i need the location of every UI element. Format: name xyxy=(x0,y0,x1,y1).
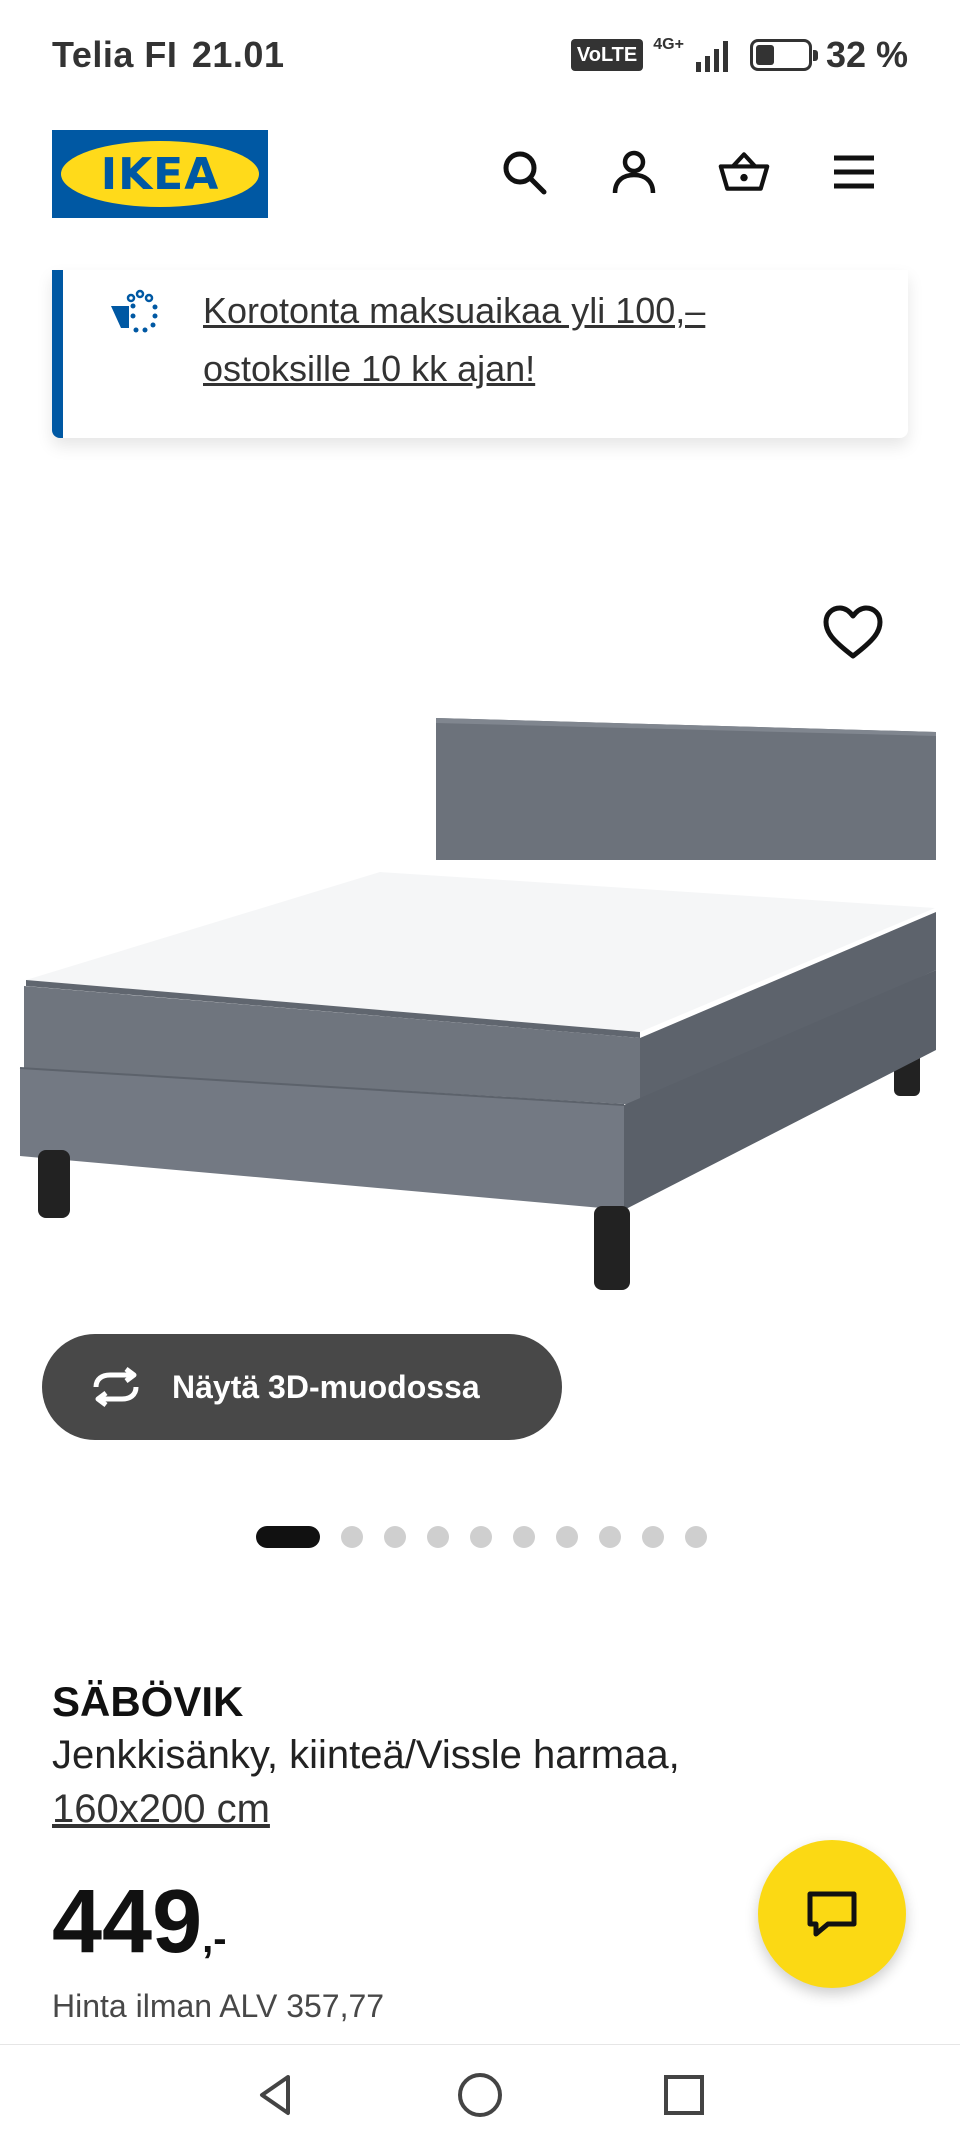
product-image[interactable] xyxy=(0,560,960,1320)
menu-icon xyxy=(834,155,874,189)
site-header: IKEA xyxy=(0,112,960,270)
gallery-dot[interactable] xyxy=(685,1526,707,1548)
basket-icon xyxy=(718,152,770,191)
network-type: 4G+ xyxy=(653,36,684,53)
promo-banner[interactable]: Korotonta maksuaikaa yli 100,– ostoksill… xyxy=(52,270,908,438)
menu-button[interactable] xyxy=(828,146,880,198)
price-without-vat: Hinta ilman ALV 357,77 xyxy=(52,1988,385,2024)
recents-square-icon xyxy=(664,2075,704,2115)
product-description: Jenkkisänky, kiinteä/Vissle harmaa, 160x… xyxy=(52,1728,812,1836)
logo-oval: IKEA xyxy=(61,141,259,207)
status-bar: Telia FI 21.01 VoLTE 4G+ 32 % xyxy=(0,0,960,112)
search-icon xyxy=(503,151,547,195)
nav-home-button[interactable] xyxy=(454,2069,506,2121)
product-type: Jenkkisänky, kiinteä/Vissle harmaa, xyxy=(52,1733,680,1777)
basket-button[interactable] xyxy=(718,146,770,198)
search-button[interactable] xyxy=(498,146,550,198)
gallery-dot[interactable] xyxy=(599,1526,621,1548)
gallery-dot[interactable] xyxy=(556,1526,578,1548)
status-time: 21.01 xyxy=(191,34,285,75)
system-nav-bar xyxy=(0,2044,960,2144)
header-actions xyxy=(498,146,880,198)
nav-recents-button[interactable] xyxy=(658,2069,710,2121)
product-size-link[interactable]: 160x200 cm xyxy=(52,1787,270,1831)
home-circle-icon xyxy=(458,2073,502,2117)
rotate-3d-icon xyxy=(93,1367,139,1407)
product-price: 449,- xyxy=(52,1872,227,1989)
ikea-logo[interactable]: IKEA xyxy=(52,130,268,218)
gallery-dot[interactable] xyxy=(513,1526,535,1548)
account-button[interactable] xyxy=(608,146,660,198)
status-right: VoLTE 4G+ 32 % xyxy=(570,34,908,76)
battery-icon xyxy=(749,39,818,71)
status-left: Telia FI 21.01 xyxy=(52,34,284,76)
gallery-dot[interactable] xyxy=(384,1526,406,1548)
account-icon xyxy=(612,150,656,194)
carrier-name: Telia FI xyxy=(52,34,178,75)
product-name: SÄBÖVIK xyxy=(52,1678,244,1725)
signal-icon xyxy=(695,41,728,72)
gallery-dot[interactable] xyxy=(256,1526,320,1548)
view-3d-button[interactable]: Näytä 3D-muodossa xyxy=(42,1334,562,1440)
back-icon xyxy=(260,2075,290,2115)
volte-badge: VoLTE xyxy=(570,39,644,71)
logo-text: IKEA xyxy=(100,148,220,200)
price-value: 449 xyxy=(52,1872,203,1972)
heart-icon xyxy=(823,605,883,659)
gallery-pagination xyxy=(256,1526,707,1548)
gallery-dot[interactable] xyxy=(427,1526,449,1548)
gallery-dot[interactable] xyxy=(341,1526,363,1548)
piggy-bank-icon xyxy=(111,289,158,333)
chat-icon xyxy=(807,1891,857,1937)
nav-back-button[interactable] xyxy=(250,2069,302,2121)
promo-link[interactable]: Korotonta maksuaikaa yli 100,– ostoksill… xyxy=(203,282,803,398)
price-suffix: ,- xyxy=(202,1917,227,1961)
gallery-dot[interactable] xyxy=(642,1526,664,1548)
battery-percentage: 32 % xyxy=(825,34,908,75)
chat-button[interactable] xyxy=(758,1840,906,1988)
view-3d-label: Näytä 3D-muodossa xyxy=(172,1368,480,1405)
gallery-dot[interactable] xyxy=(470,1526,492,1548)
favorite-button[interactable] xyxy=(822,604,884,662)
